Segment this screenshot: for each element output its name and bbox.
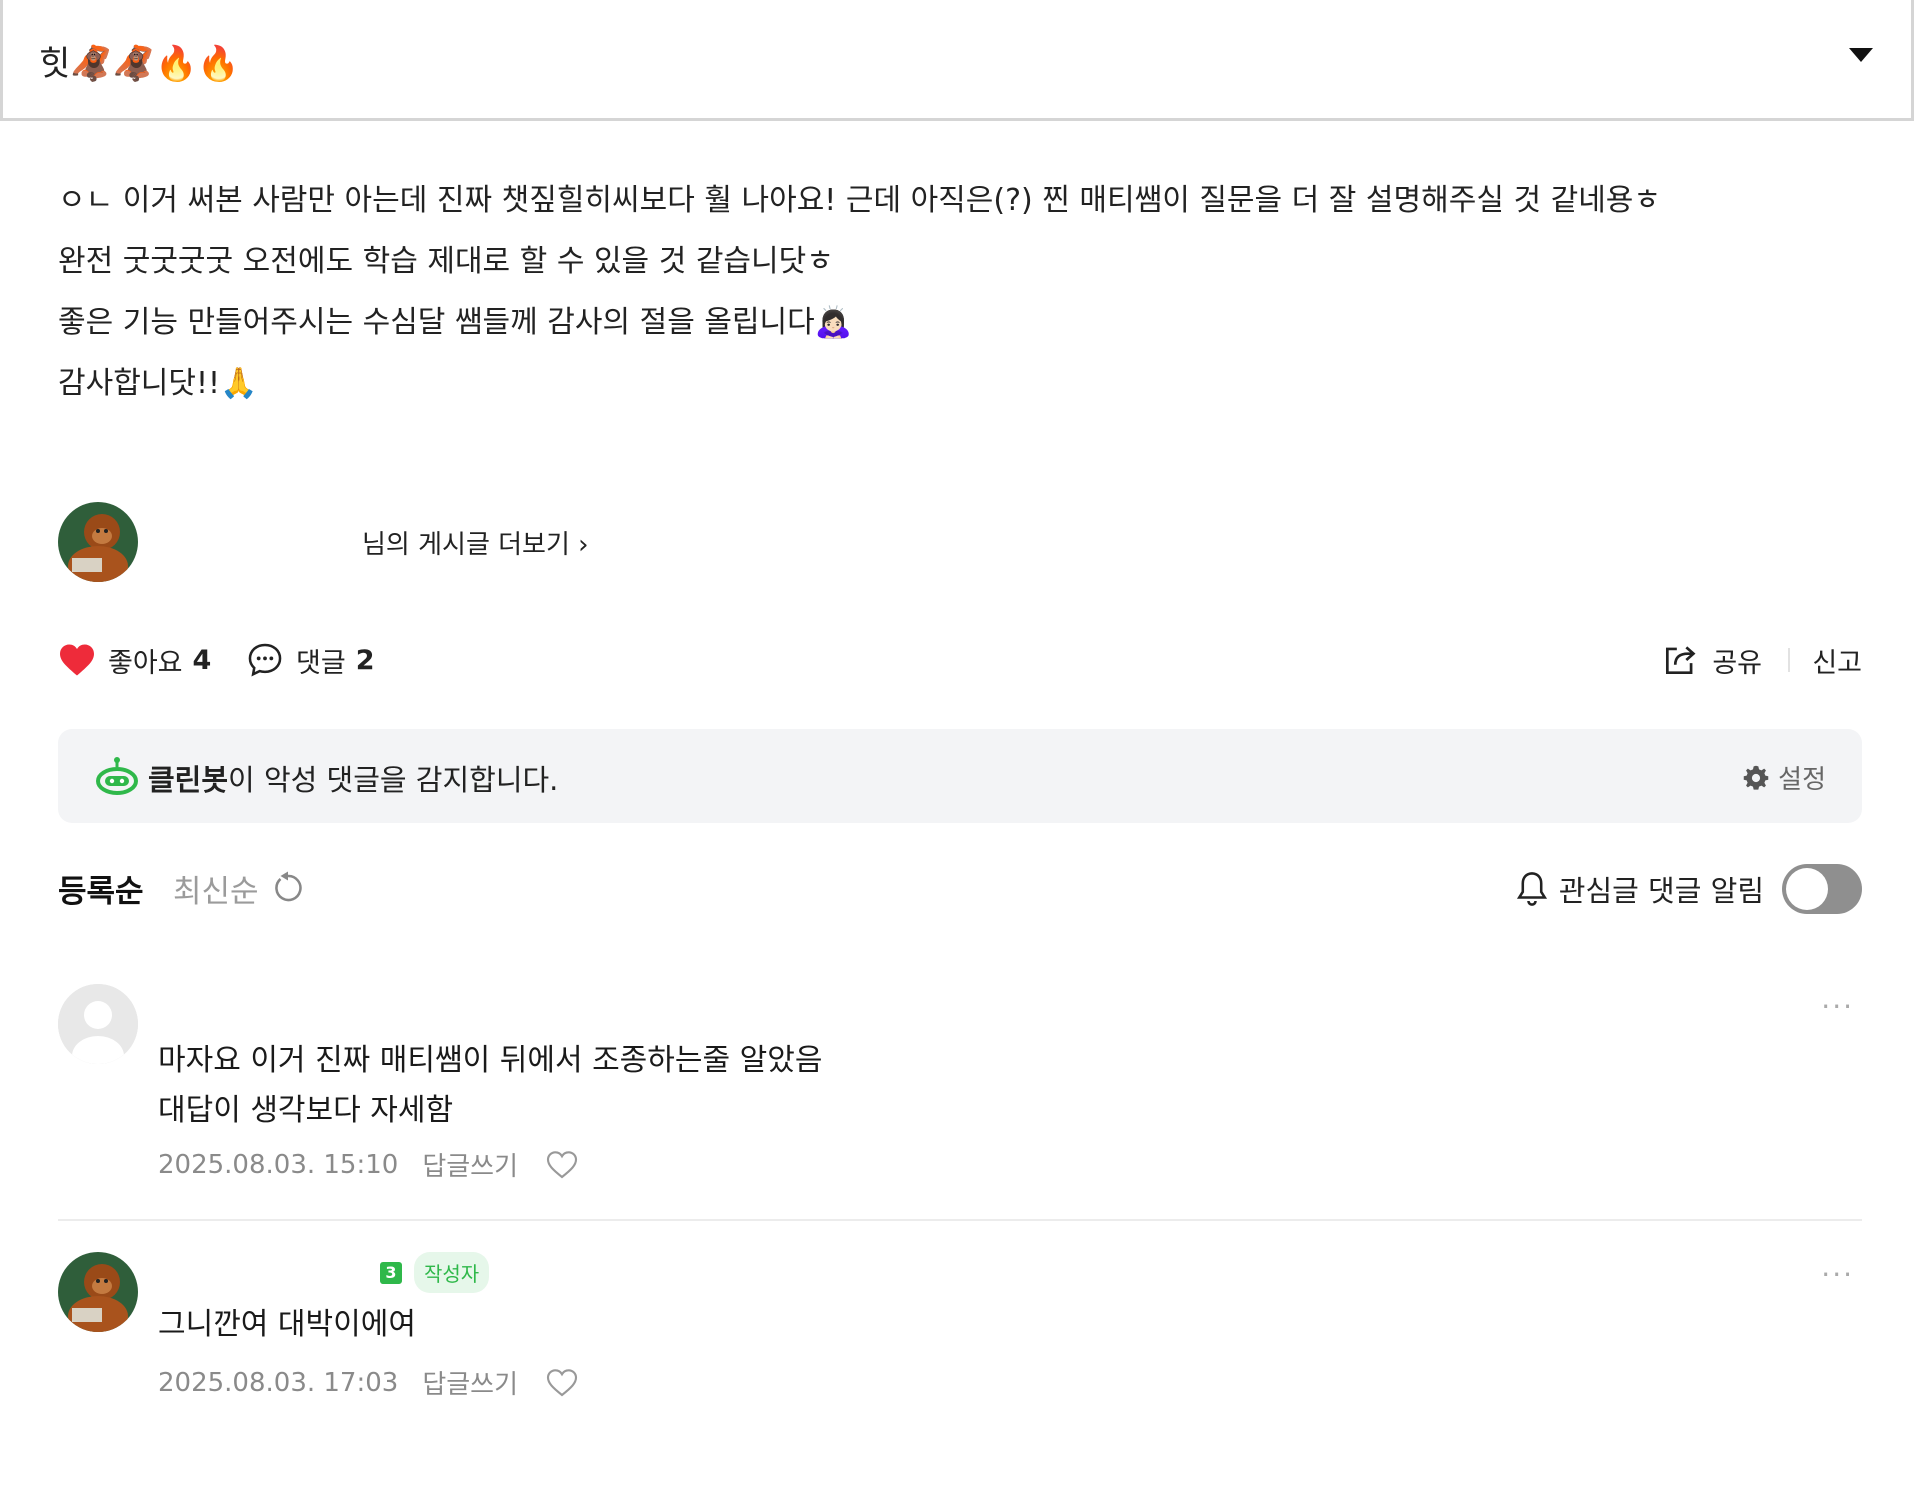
report-label: 신고 [1812,647,1862,679]
comment-item: ··· 마자요 이거 진짜 매티쌤이 뒤에서 조종하는줄 알았음 대답이 생각보… [58,984,1862,1221]
comment-like-button[interactable] [546,1150,578,1180]
more-options-icon[interactable]: ··· [1821,1258,1854,1291]
cleanbot-icon [96,757,138,795]
title-select[interactable]: 힛🦧🦧🔥🔥 [0,0,1914,121]
comment-line: 대답이 생각보다 자세함 [158,1093,454,1128]
comment-date: 2025.08.03. 17:03 [158,1367,399,1398]
like-count: 4 [192,644,212,676]
comment-alert-area: 관심글 댓글 알림 [1515,862,1862,916]
comment-bubble-icon [248,643,282,677]
reply-button[interactable]: 답글쓰기 [422,1364,518,1401]
post-title: 힛🦧🦧🔥🔥 [39,44,240,84]
comment-date: 2025.08.03. 15:10 [158,1149,399,1180]
comment-alert-toggle[interactable] [1782,864,1862,914]
share-icon [1666,646,1696,675]
cleanbot-settings-button[interactable]: 설정 [1742,759,1826,796]
avatar[interactable] [58,1252,138,1332]
toggle-knob [1786,868,1828,910]
sort-registered-tab[interactable]: 등록순 [58,866,144,911]
chevron-down-icon[interactable] [1849,48,1873,62]
post-line: 감사합니닷!!🙏 [58,366,258,401]
refresh-icon[interactable] [270,870,306,906]
post-line: 좋은 기능 만들어주시는 수심달 쌤들께 감사의 절을 올립니다🙇🏻‍♀️ [58,305,853,340]
comment-author-badges: 3 작성자 [380,1252,490,1293]
post-line: ㅇㄴ 이거 써본 사람만 아는데 진짜 챗짚힐히씨보다 훨 나아요! 근데 아직… [58,183,1662,218]
author-more-link[interactable]: 님의 게시글 더보기 › [362,524,589,561]
cleanbot-message: 클린봇이 악성 댓글을 감지합니다. [148,763,559,797]
post-body: ㅇㄴ 이거 써본 사람만 아는데 진짜 챗짚힐히씨보다 훨 나아요! 근데 아직… [58,170,1858,414]
comment-item: 3 작성자 ··· 그니깐여 대박이에여 2025.08.03. 17:03 답… [58,1252,1862,1422]
sort-latest-tab[interactable]: 최신순 [173,866,259,911]
avatar[interactable] [58,502,138,582]
comment-sort-row: 등록순 최신순 관심글 댓글 알림 [58,862,1862,916]
comment-count: 2 [355,644,375,676]
share-label: 공유 [1712,647,1762,679]
comment-text: 그니깐여 대박이에여 [158,1300,416,1350]
reply-button[interactable]: 답글쓰기 [422,1146,518,1183]
heart-outline-icon [546,1150,578,1178]
like-label: 좋아요 [108,647,183,679]
post-line: 완전 굿굿굿굿 오전에도 학습 제대로 할 수 있을 것 같습니닷ㅎ [58,244,834,279]
author-row: 님의 게시글 더보기 › [58,500,858,584]
comment-button[interactable]: 댓글 2 [246,635,374,685]
more-options-icon[interactable]: ··· [1821,990,1854,1023]
divider [1788,648,1790,672]
like-button[interactable]: 좋아요 4 [58,635,211,685]
comment-line: 그니깐여 대박이에여 [158,1307,416,1342]
report-button[interactable]: 신고 [1812,635,1862,685]
comment-text: 마자요 이거 진짜 매티쌤이 뒤에서 조종하는줄 알았음 대답이 생각보다 자세… [158,1036,822,1136]
heart-outline-icon [546,1368,578,1396]
comment-label: 댓글 [296,647,346,679]
cleanbot-banner: 클린봇이 악성 댓글을 감지합니다. 설정 [58,729,1862,823]
level-badge: 3 [380,1261,402,1284]
gear-icon [1743,765,1769,790]
bell-icon [1516,872,1547,906]
comment-like-button[interactable] [546,1368,578,1398]
comment-meta: 2025.08.03. 17:03 답글쓰기 [158,1364,578,1401]
share-button[interactable]: 공유 [1660,635,1762,685]
heart-icon [60,644,94,676]
comment-alert-label: 관심글 댓글 알림 [1558,874,1764,908]
comment-line: 마자요 이거 진짜 매티쌤이 뒤에서 조종하는줄 알았음 [158,1043,823,1078]
settings-label: 설정 [1778,765,1826,795]
comment-meta: 2025.08.03. 15:10 답글쓰기 [158,1146,578,1183]
cleanbot-name: 클린봇 [148,763,229,797]
author-badge: 작성자 [414,1252,490,1293]
avatar[interactable] [58,984,138,1064]
actions-row: 좋아요 4 댓글 2 공유 신고 [58,635,1862,685]
